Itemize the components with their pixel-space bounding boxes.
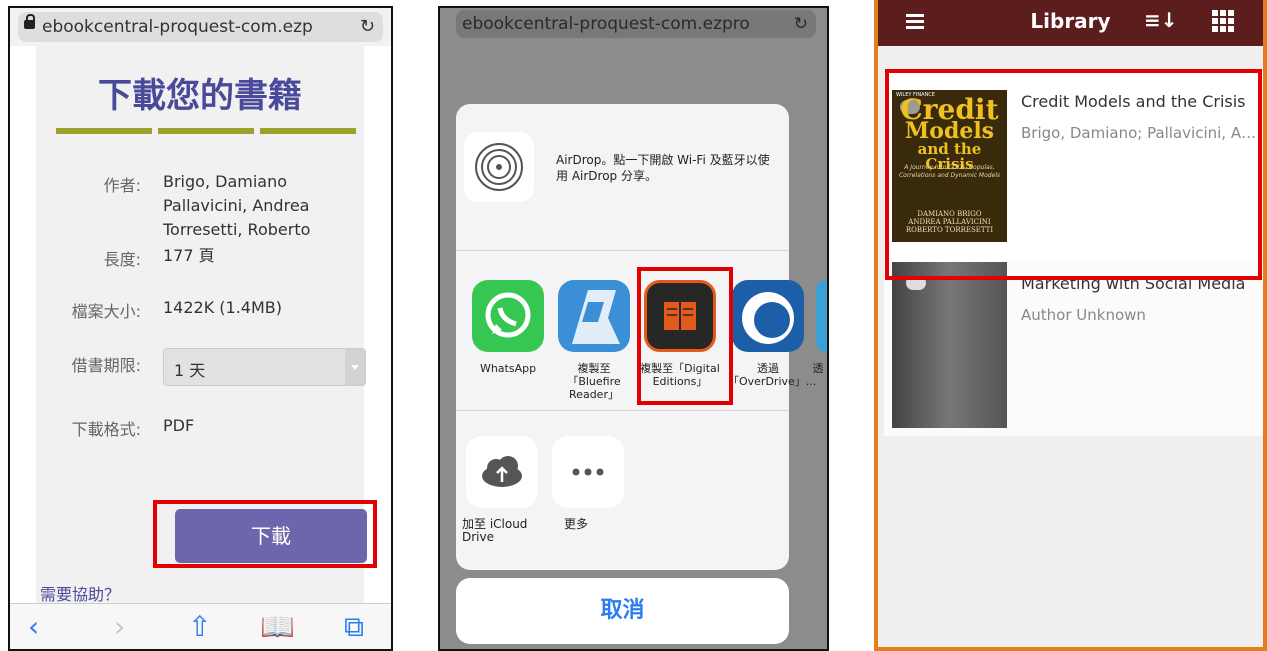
length-value: 177 頁 — [163, 246, 215, 265]
cancel-button[interactable]: 取消 — [456, 578, 789, 644]
forward-icon[interactable]: › — [114, 610, 125, 643]
library-screen: Library ≡↓ WILEY FINANCE Credit Models a… — [874, 0, 1267, 651]
share-icon[interactable]: ⇧ — [188, 610, 211, 643]
format-value: PDF — [163, 416, 195, 435]
reload-icon[interactable]: ↻ — [360, 12, 375, 42]
book-author: Author Unknown — [1021, 306, 1146, 324]
icloud-icon[interactable] — [466, 436, 538, 508]
download-highlight — [153, 500, 377, 568]
overdrive-label: 透過「OverDrive」... — [728, 362, 817, 388]
format-label: 下載格式: — [71, 420, 141, 439]
icloud-label: 加至 iCloud Drive — [462, 517, 528, 544]
title-divider — [56, 128, 356, 134]
page-title: Library — [1030, 9, 1111, 33]
tabs-icon[interactable]: ⧉ — [344, 610, 364, 644]
digital-editions-highlight — [637, 267, 733, 405]
url-text: ebookcentral-proquest-com.ezpro — [462, 14, 750, 34]
loan-period-value: 1 天 — [174, 361, 206, 380]
divider — [456, 410, 789, 411]
bluefire-icon[interactable] — [558, 280, 630, 352]
filesize-value: 1422K (1.4MB) — [163, 298, 283, 317]
more-app-label: 透 — [812, 362, 824, 375]
lock-icon — [24, 14, 35, 29]
share-sheet: AirDrop。點一下開啟 Wi-Fi 及藍牙以使用 AirDrop 分享。 W… — [456, 104, 827, 570]
whatsapp-icon[interactable] — [472, 280, 544, 352]
address-field[interactable]: ebookcentral-proquest-com.ezp ↻ — [18, 12, 383, 42]
bookmarks-icon[interactable]: 📖 — [260, 610, 295, 643]
overdrive-icon[interactable] — [732, 280, 804, 352]
ebook-download-screen: ebookcentral-proquest-com.ezp ↻ 下載您的書籍 作… — [8, 6, 393, 651]
airdrop-message: AirDrop。點一下開啟 Wi-Fi 及藍牙以使用 AirDrop 分享。 — [556, 153, 770, 183]
divider — [456, 250, 789, 251]
back-icon[interactable]: ‹ — [28, 610, 39, 643]
chevron-down-icon — [345, 349, 365, 385]
address-field[interactable]: ebookcentral-proquest-com.ezpro ↻ — [456, 10, 816, 38]
book-highlight — [885, 69, 1262, 280]
loan-period-label: 借書期限: — [71, 356, 141, 375]
share-sheet-screen: ebookcentral-proquest-com.ezpro ↻ AirDro… — [438, 6, 829, 651]
length-label: 長度: — [103, 250, 141, 269]
url-text: ebookcentral-proquest-com.ezp — [42, 17, 313, 37]
reload-icon[interactable]: ↻ — [794, 10, 808, 38]
browser-url-bar: ebookcentral-proquest-com.ezp ↻ — [10, 8, 391, 46]
more-app-icon[interactable] — [816, 280, 827, 352]
browser-toolbar: ‹ › ⇧ 📖 ⧉ — [10, 603, 391, 649]
more-label: 更多 — [564, 517, 589, 531]
bluefire-label: 複製至「Bluefire Reader」 — [567, 362, 621, 401]
loan-period-select[interactable]: 1 天 — [163, 348, 366, 386]
sort-icon[interactable]: ≡↓ — [1144, 8, 1178, 32]
more-icon[interactable] — [552, 436, 624, 508]
book-cover[interactable] — [892, 262, 1007, 428]
airdrop-icon[interactable] — [464, 132, 534, 202]
app-bar: Library ≡↓ — [878, 0, 1263, 46]
page-title: 下載您的書籍 — [98, 76, 302, 116]
filesize-label: 檔案大小: — [71, 302, 141, 321]
author-value: Brigo, Damiano Pallavicini, Andrea Torre… — [163, 172, 311, 239]
whatsapp-label: WhatsApp — [479, 362, 537, 375]
help-link[interactable]: 需要協助？ — [40, 581, 120, 605]
author-label: 作者: — [103, 176, 141, 195]
grid-view-icon[interactable] — [1212, 10, 1234, 32]
